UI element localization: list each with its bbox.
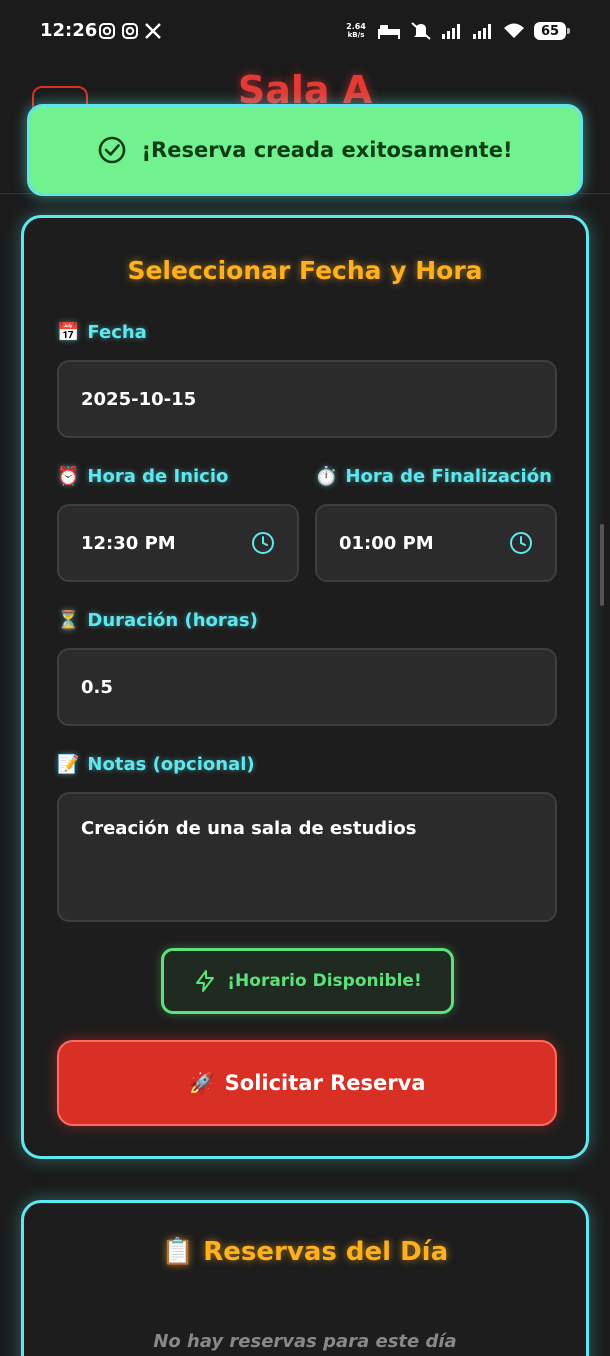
alarm-clock-icon: ⏰ [57, 466, 80, 487]
clock-icon[interactable] [251, 531, 275, 555]
date-label: 📅 Fecha [57, 322, 147, 343]
clipboard-icon: 📋 [161, 1237, 195, 1267]
availability-text: ¡Horario Disponible! [227, 971, 422, 991]
memo-icon: 📝 [57, 754, 80, 775]
rocket-icon: 🚀 [188, 1070, 215, 1095]
empty-state-text: No hay reservas para este día [153, 1331, 457, 1352]
reservations-title: 📋 Reservas del Día [161, 1237, 449, 1267]
success-toast: ¡Reserva creada exitosamente! [27, 104, 583, 196]
wifi-icon [504, 23, 524, 38]
instagram-icon [99, 23, 115, 39]
bed-icon [378, 25, 400, 39]
signal-icon [473, 24, 491, 39]
availability-badge: ¡Horario Disponible! [161, 948, 454, 1014]
start-time-label: ⏰ Hora de Inicio [57, 466, 229, 487]
submit-label: Solicitar Reserva [224, 1071, 426, 1095]
status-right: 2.64 kB/s 65 [344, 20, 570, 42]
scrollbar[interactable] [600, 524, 604, 606]
duration-field[interactable]: 0.5 [57, 648, 557, 726]
stopwatch-icon: ⏱️ [315, 466, 338, 487]
toast-message: ¡Reserva creada exitosamente! [141, 138, 513, 162]
lightning-icon [196, 970, 215, 992]
date-field[interactable]: 2025-10-15 [57, 360, 557, 438]
form-title: Seleccionar Fecha y Hora [127, 256, 483, 285]
hourglass-icon: ⏳ [57, 610, 80, 631]
notes-label: 📝 Notas (opcional) [57, 754, 255, 775]
status-time: 12:26 [40, 20, 98, 41]
clock-icon[interactable] [509, 531, 533, 555]
start-time-field[interactable]: 12:30 PM [57, 504, 299, 582]
instagram-icon [122, 23, 138, 39]
reservation-form-card: Seleccionar Fecha y Hora 📅 Fecha 2025-10-… [21, 215, 589, 1159]
end-time-label: ⏱️ Hora de Finalización [315, 466, 552, 487]
mute-icon [411, 22, 431, 40]
notes-textarea[interactable]: Creación de una sala de estudios [57, 792, 557, 922]
calendar-icon: 📅 [57, 322, 80, 343]
status-bar: 12:26 2.64 kB/s 65 [0, 0, 610, 62]
check-circle-icon [99, 136, 126, 164]
x-logo-icon [145, 23, 161, 39]
duration-label: ⏳ Duración (horas) [57, 610, 258, 631]
submit-reservation-button[interactable]: 🚀 Solicitar Reserva [57, 1040, 557, 1126]
day-reservations-card: 📋 Reservas del Día No hay reservas para … [21, 1200, 589, 1356]
battery-indicator: 65 [534, 22, 570, 40]
signal-icon [442, 24, 460, 39]
end-time-field[interactable]: 01:00 PM [315, 504, 557, 582]
net-speed: 2.64 kB/s [346, 22, 366, 40]
